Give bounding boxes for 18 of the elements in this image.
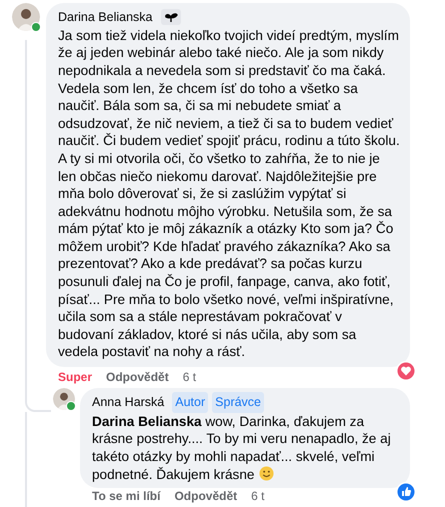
reaction-link[interactable]: Super bbox=[58, 370, 92, 384]
timestamp[interactable]: 6 t bbox=[182, 370, 196, 384]
thumbs-up-reaction-icon[interactable] bbox=[396, 482, 416, 502]
role-badge: Autor bbox=[172, 392, 208, 413]
author-name[interactable]: Anna Harská bbox=[92, 393, 164, 412]
reaction-link[interactable]: To se mi líbí bbox=[92, 489, 160, 504]
thread-connector-line bbox=[25, 375, 51, 412]
author-name[interactable]: Darina Belianska bbox=[58, 8, 152, 27]
comment-text: Ja som tiež videla niekoľko tvojich videí predtým, myslím že aj jeden webinár alebo také niečo. Ale ja som nikdy nepodnikala a nevedela som si predstaviť čo ma čaká. Vedela som len, že chcem ísť do toho a všetko sa naučiť. Bála som sa, či sa mi nebudete smiať a odsudzovať, že nič neviem, a tiež či sa to budem vedieť naučiť. Či budem vedieť spojiť prácu, rodinu a túto školu. A ty si mi otvorila oči, čo všetko to zahŕňa, že to nie je len občas niečo niekomu darovať. Najdôležitejšie pre mňa bolo dôverovať si, že si zaslúžim vypýtať si adekvátnu hodnotu môjho výrobku. Netušila som, že sa mám pýtať kto je môj zákazník a otázky Kto som ja? Čo môžem urobiť? Kde hľadať pravého zákazníka? Ako sa prezentovať? Ako a kde predávať? sa počas kurzu posunuli ďalej na Čo je profil, fanpage, canva, ako fotiť, písať... Pre mňa to bolo všetko nové, veľmi inšpiratívne, učila som sa a stále neprestávam pokračovať v budovaní základov, ktoré si nás učila, aby som sa vedela postaviť na nohy a rásť. bbox=[58, 26, 400, 362]
heart-reaction-icon[interactable] bbox=[396, 361, 416, 382]
avatar[interactable] bbox=[12, 3, 40, 31]
reply-text: Darina Belianska wow, Darinka, ďakujem za krásne postrehy.... To by mi veru nenapadlo, že aj takéto otázky by mohli napadať... skvelé, veľmi podnetné. Ďakujem krásne bbox=[92, 412, 392, 484]
role-badge: Správce bbox=[212, 392, 264, 413]
reply-link[interactable]: Odpovědět bbox=[174, 489, 238, 504]
sprout-icon bbox=[160, 9, 180, 26]
smiley-icon bbox=[259, 466, 274, 481]
reply-link[interactable]: Odpovědět bbox=[106, 370, 169, 384]
timestamp[interactable]: 6 t bbox=[251, 489, 264, 504]
